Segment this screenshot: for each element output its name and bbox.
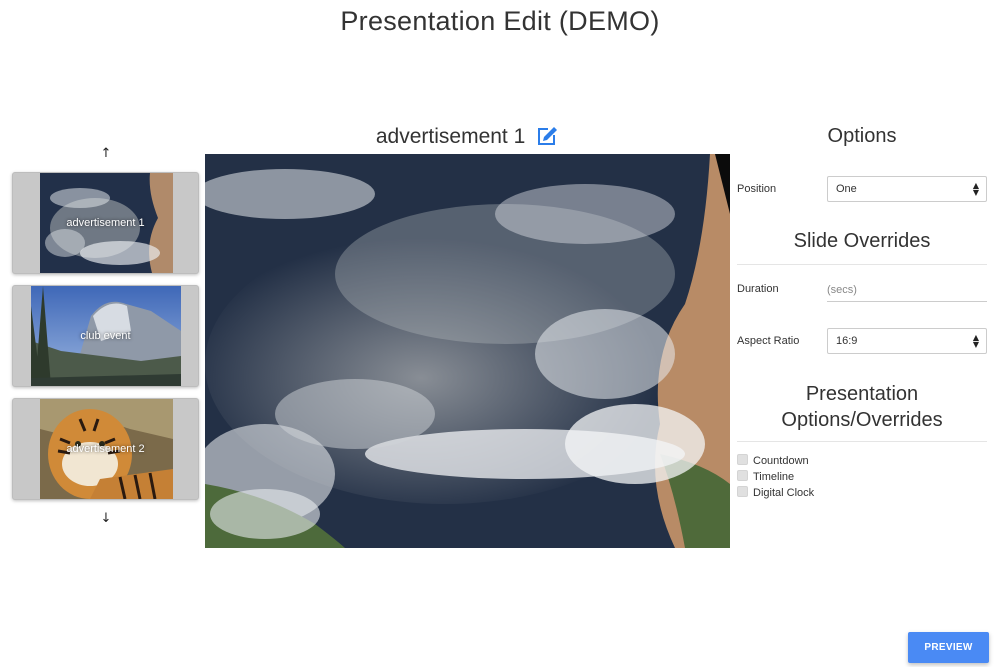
slide-thumbnail[interactable]: club event (12, 285, 199, 387)
preview-button[interactable]: PREVIEW (908, 632, 989, 663)
presentation-overrides-heading: Presentation Options/Overrides (737, 381, 987, 433)
checkbox-label: Countdown (753, 455, 809, 467)
select-caret-icon: ▲ ▼ (972, 181, 979, 197)
timeline-checkbox[interactable]: Timeline (737, 470, 794, 484)
slide-thumbnail[interactable]: advertisement 2 (12, 398, 199, 500)
slide-preview-image (205, 154, 730, 548)
aspect-ratio-select[interactable]: 16:9 ▲ ▼ (827, 328, 987, 354)
countdown-checkbox[interactable]: Countdown (737, 454, 809, 468)
position-select[interactable]: One ▲ ▼ (827, 176, 987, 202)
slide-thumbnail[interactable]: advertisement 1 (12, 172, 199, 274)
move-down-arrow-icon[interactable]: ↓ (96, 511, 116, 527)
thumbnail-label: club event (80, 330, 131, 342)
move-up-arrow-icon[interactable]: ↑ (96, 146, 116, 162)
position-select-value: One (836, 183, 857, 195)
position-label: Position (737, 183, 777, 195)
slide-name-header: advertisement 1 (205, 124, 730, 149)
select-caret-icon: ▲ ▼ (972, 333, 979, 349)
checkbox-box[interactable] (737, 486, 748, 497)
divider (737, 441, 987, 442)
checkbox-label: Digital Clock (753, 487, 815, 499)
duration-input[interactable] (827, 278, 987, 302)
checkbox-label: Timeline (753, 471, 795, 483)
aspect-ratio-select-value: 16:9 (836, 335, 858, 347)
presentation-overrides-heading-line2: Options/Overrides (781, 409, 943, 431)
presentation-overrides-heading-line1: Presentation (805, 383, 919, 405)
duration-label: Duration (737, 283, 779, 295)
edit-icon[interactable] (535, 124, 559, 146)
checkbox-box[interactable] (737, 470, 748, 481)
thumbnail-label: advertisement 1 (66, 217, 145, 229)
slide-overrides-heading: Slide Overrides (793, 230, 931, 252)
slide-name: advertisement 1 (375, 125, 526, 148)
digital-clock-checkbox[interactable]: Digital Clock (737, 486, 814, 500)
page-title: Presentation Edit (DEMO) (340, 6, 660, 36)
thumbnail-label: advertisement 2 (66, 443, 145, 455)
options-heading: Options (827, 125, 897, 147)
checkbox-box[interactable] (737, 454, 748, 465)
aspect-ratio-label: Aspect Ratio (737, 335, 800, 347)
divider (737, 264, 987, 265)
